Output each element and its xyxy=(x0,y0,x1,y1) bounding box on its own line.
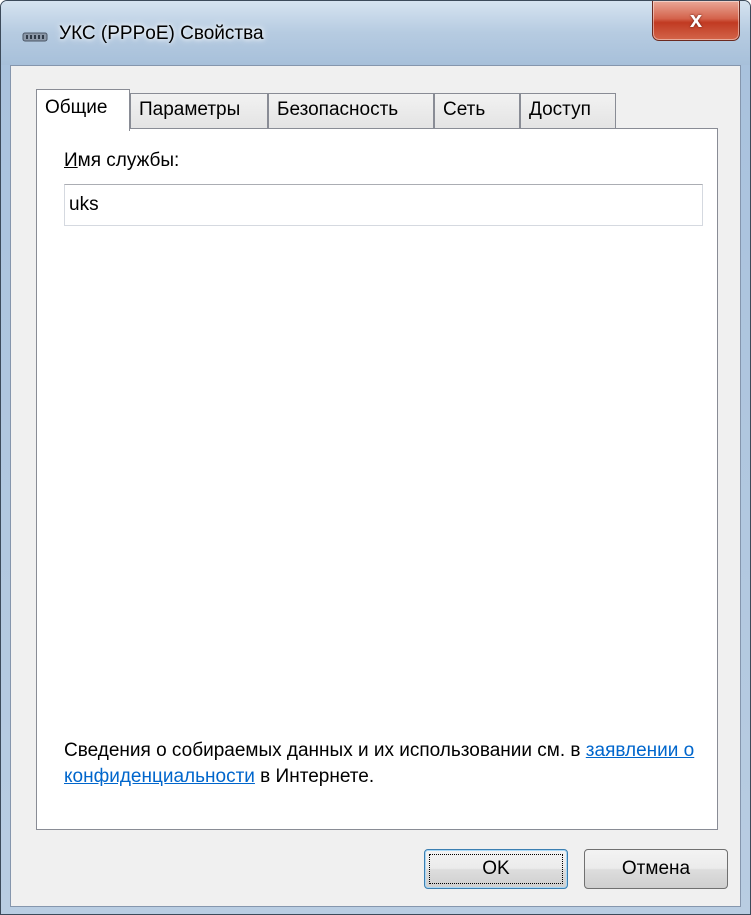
tab-parameters[interactable]: Параметры xyxy=(130,93,268,129)
label-text: мя службы: xyxy=(77,150,180,171)
properties-dialog: УКС (PPPoE) Свойства x Общие Параметры Б… xyxy=(0,0,751,915)
tab-general[interactable]: Общие xyxy=(36,89,130,131)
tab-access[interactable]: Доступ xyxy=(520,93,616,129)
ok-label: OK xyxy=(482,858,510,879)
tab-security[interactable]: Безопасность xyxy=(268,93,434,129)
privacy-notice: Сведения о собираемых данных и их исполь… xyxy=(64,738,704,790)
title-bar[interactable]: УКС (PPPoE) Свойства x xyxy=(1,1,750,65)
close-icon: x xyxy=(689,7,703,32)
mnemonic-letter: И xyxy=(64,150,78,171)
privacy-text-end: в Интернете. xyxy=(254,766,375,787)
tab-label: Параметры xyxy=(139,99,241,120)
window-title: УКС (PPPoE) Свойства xyxy=(59,23,264,44)
tab-label: Общие xyxy=(45,97,108,118)
general-tab-panel: Имя службы: Сведения о собираемых данных… xyxy=(36,128,718,830)
privacy-text: Сведения о собираемых данных и их исполь… xyxy=(64,740,586,761)
service-name-input[interactable] xyxy=(64,184,703,226)
service-name-label: Имя службы: xyxy=(64,150,179,172)
tab-network[interactable]: Сеть xyxy=(434,93,520,129)
tab-label: Безопасность xyxy=(277,99,399,120)
network-connection-icon xyxy=(22,32,48,42)
cancel-button[interactable]: Отмена xyxy=(584,849,728,889)
ok-button[interactable]: OK xyxy=(424,849,568,889)
close-button[interactable]: x xyxy=(652,1,740,41)
dialog-client-area: Общие Параметры Безопасность Сеть Доступ… xyxy=(10,65,741,907)
tab-label: Доступ xyxy=(529,99,591,120)
tab-label: Сеть xyxy=(443,99,486,120)
